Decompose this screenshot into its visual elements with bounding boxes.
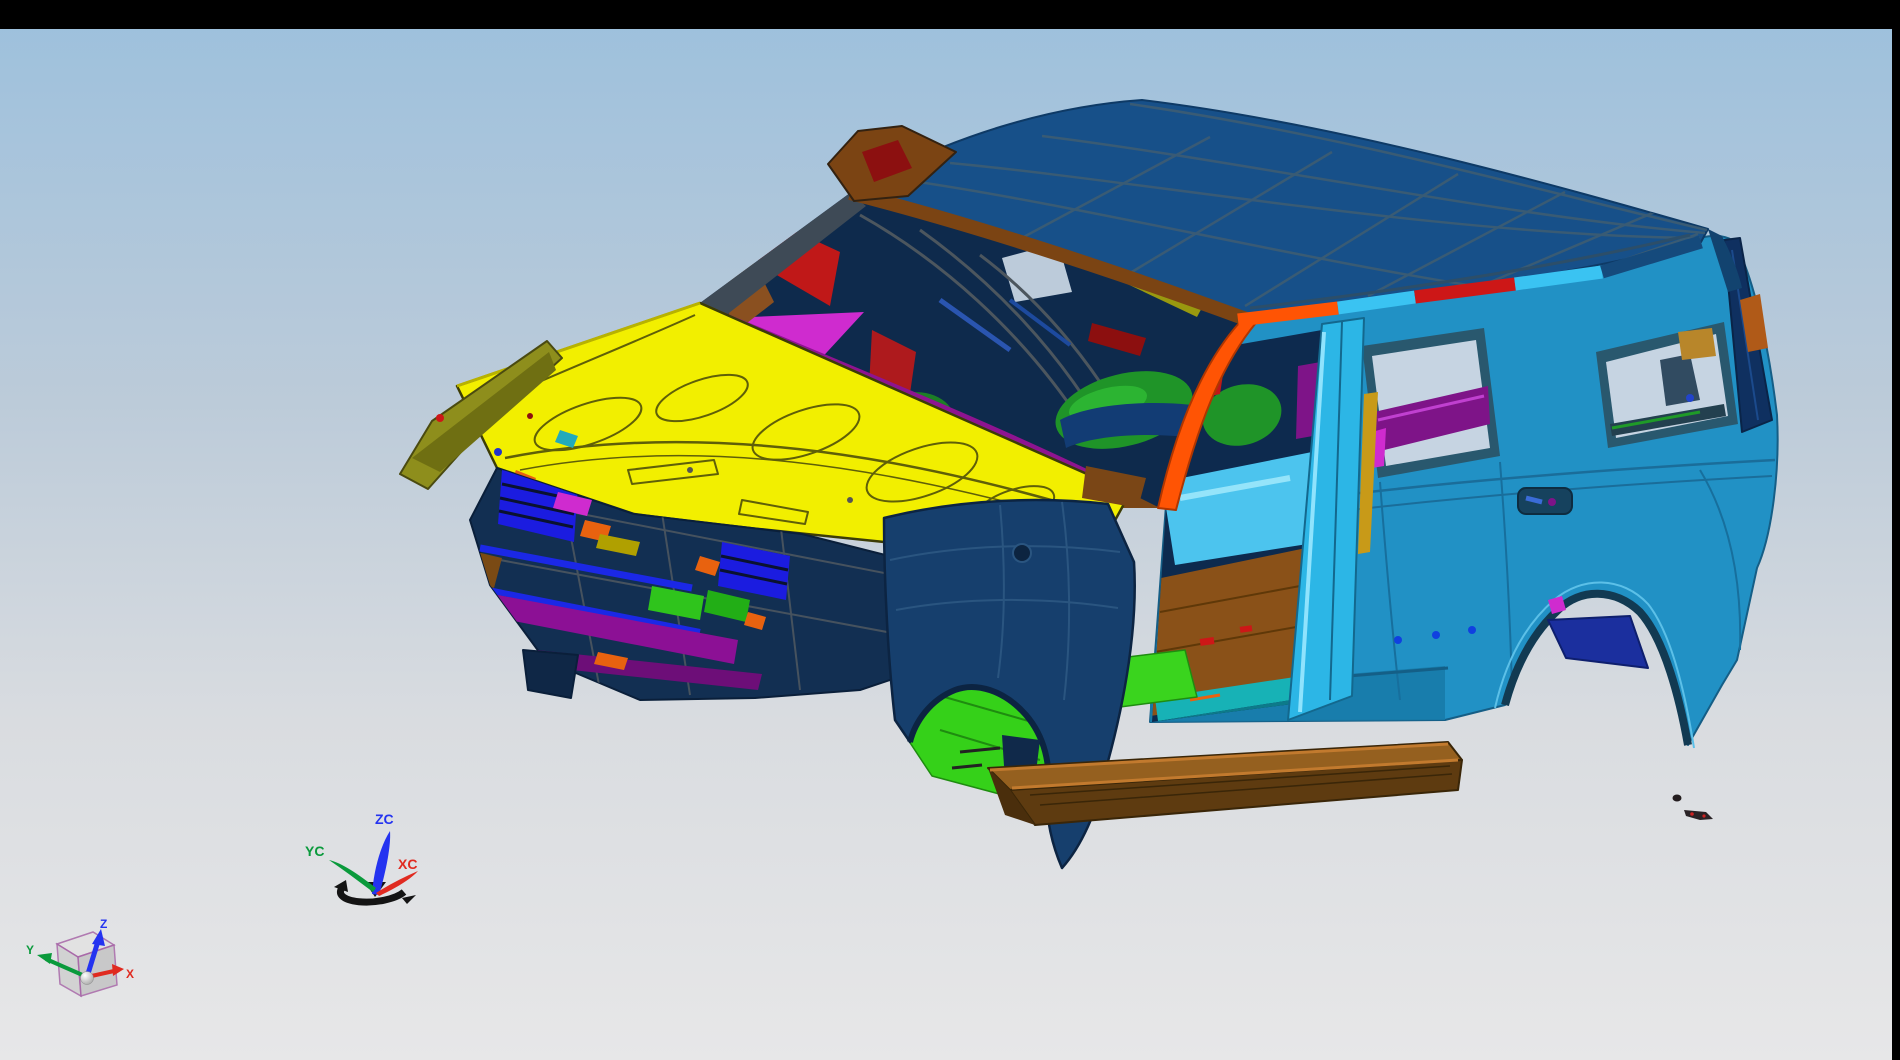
top-black-bar (0, 0, 1900, 29)
datum-x-label: X (126, 967, 134, 981)
wcs-x-label: XC (398, 856, 417, 872)
wcs-z-label: ZC (375, 811, 394, 827)
cowl-darkred-speck (527, 413, 533, 419)
cad-viewport[interactable]: ZC YC XC Z Y X (0, 0, 1900, 1060)
datum-z-label: Z (100, 917, 107, 931)
debris-red-dot (1702, 814, 1705, 817)
cowl-red-speck (436, 414, 444, 422)
cowl-blue-speck (494, 448, 502, 456)
body-bolt-dot (1394, 636, 1402, 644)
wcs-y-label: YC (305, 843, 324, 859)
viewport-canvas[interactable]: ZC YC XC Z Y X (0, 0, 1900, 1060)
hood-bolt (847, 497, 853, 503)
fender-hole (1013, 544, 1031, 562)
front-lower-tab (523, 650, 578, 698)
quarter-tan-bracket (1678, 328, 1716, 360)
datum-cube[interactable] (57, 932, 117, 996)
debris-red-dot (1690, 812, 1694, 816)
body-bolt-dot (1432, 631, 1440, 639)
datum-origin-ball[interactable] (81, 972, 94, 985)
door-handle-pocket[interactable] (1518, 488, 1572, 514)
right-black-bar (1892, 0, 1900, 1060)
datum-y-label: Y (26, 943, 34, 957)
quarter-blue-bit (1686, 394, 1694, 402)
hood-bolt (687, 467, 693, 473)
door-lock-dot (1548, 498, 1556, 506)
debris-dot (1673, 795, 1682, 802)
body-bolt-dot (1468, 626, 1476, 634)
